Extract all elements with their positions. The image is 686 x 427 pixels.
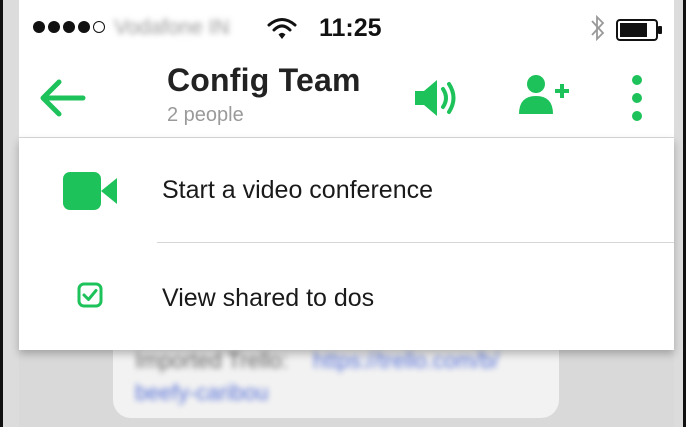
- speaker-icon: [415, 80, 456, 116]
- more-vertical-icon: [632, 75, 642, 121]
- video-camera-icon: [63, 172, 117, 210]
- call-button[interactable]: [411, 76, 461, 120]
- conversation-title: Config Team: [167, 62, 361, 98]
- signal-dot: [48, 21, 60, 33]
- conversation-header: Config Team 2 people: [19, 58, 674, 138]
- wifi-icon: [267, 16, 297, 45]
- participant-count: 2 people: [167, 104, 244, 126]
- menu-item-view-shared-todos[interactable]: View shared to dos: [19, 244, 674, 348]
- menu-item-label: View shared to dos: [162, 284, 375, 312]
- signal-dot-empty: [93, 21, 105, 33]
- signal-dot: [33, 21, 45, 33]
- add-person-icon: [519, 75, 569, 114]
- message-text: Imported Trello:: [135, 348, 288, 373]
- checkbox-icon: [77, 282, 103, 308]
- status-bar: Vodafone IN 11:25: [19, 0, 674, 58]
- battery-icon: [616, 19, 664, 46]
- more-options-button[interactable]: [625, 70, 649, 128]
- status-time: 11:25: [319, 14, 382, 42]
- menu-divider: [157, 242, 674, 243]
- message-link[interactable]: https://trello.com/b/: [313, 348, 499, 374]
- menu-item-video-conference[interactable]: Start a video conference: [19, 138, 674, 242]
- screen: Vodafone IN 11:25 Config Team 2 people I…: [19, 0, 674, 427]
- signal-dot: [63, 21, 75, 33]
- back-arrow-icon: [40, 79, 86, 117]
- signal-strength-icon: [33, 21, 105, 33]
- device-frame: Vodafone IN 11:25 Config Team 2 people I…: [0, 0, 686, 427]
- carrier-name: Vodafone IN: [114, 16, 230, 39]
- add-participant-button[interactable]: [517, 72, 573, 116]
- signal-dot: [78, 21, 90, 33]
- message-link-2[interactable]: beefy-caribou: [135, 380, 268, 406]
- menu-item-label: Start a video conference: [162, 176, 433, 204]
- bluetooth-icon: [589, 13, 607, 48]
- back-button[interactable]: [37, 76, 87, 120]
- options-menu: Start a video conference View shared to …: [19, 138, 674, 350]
